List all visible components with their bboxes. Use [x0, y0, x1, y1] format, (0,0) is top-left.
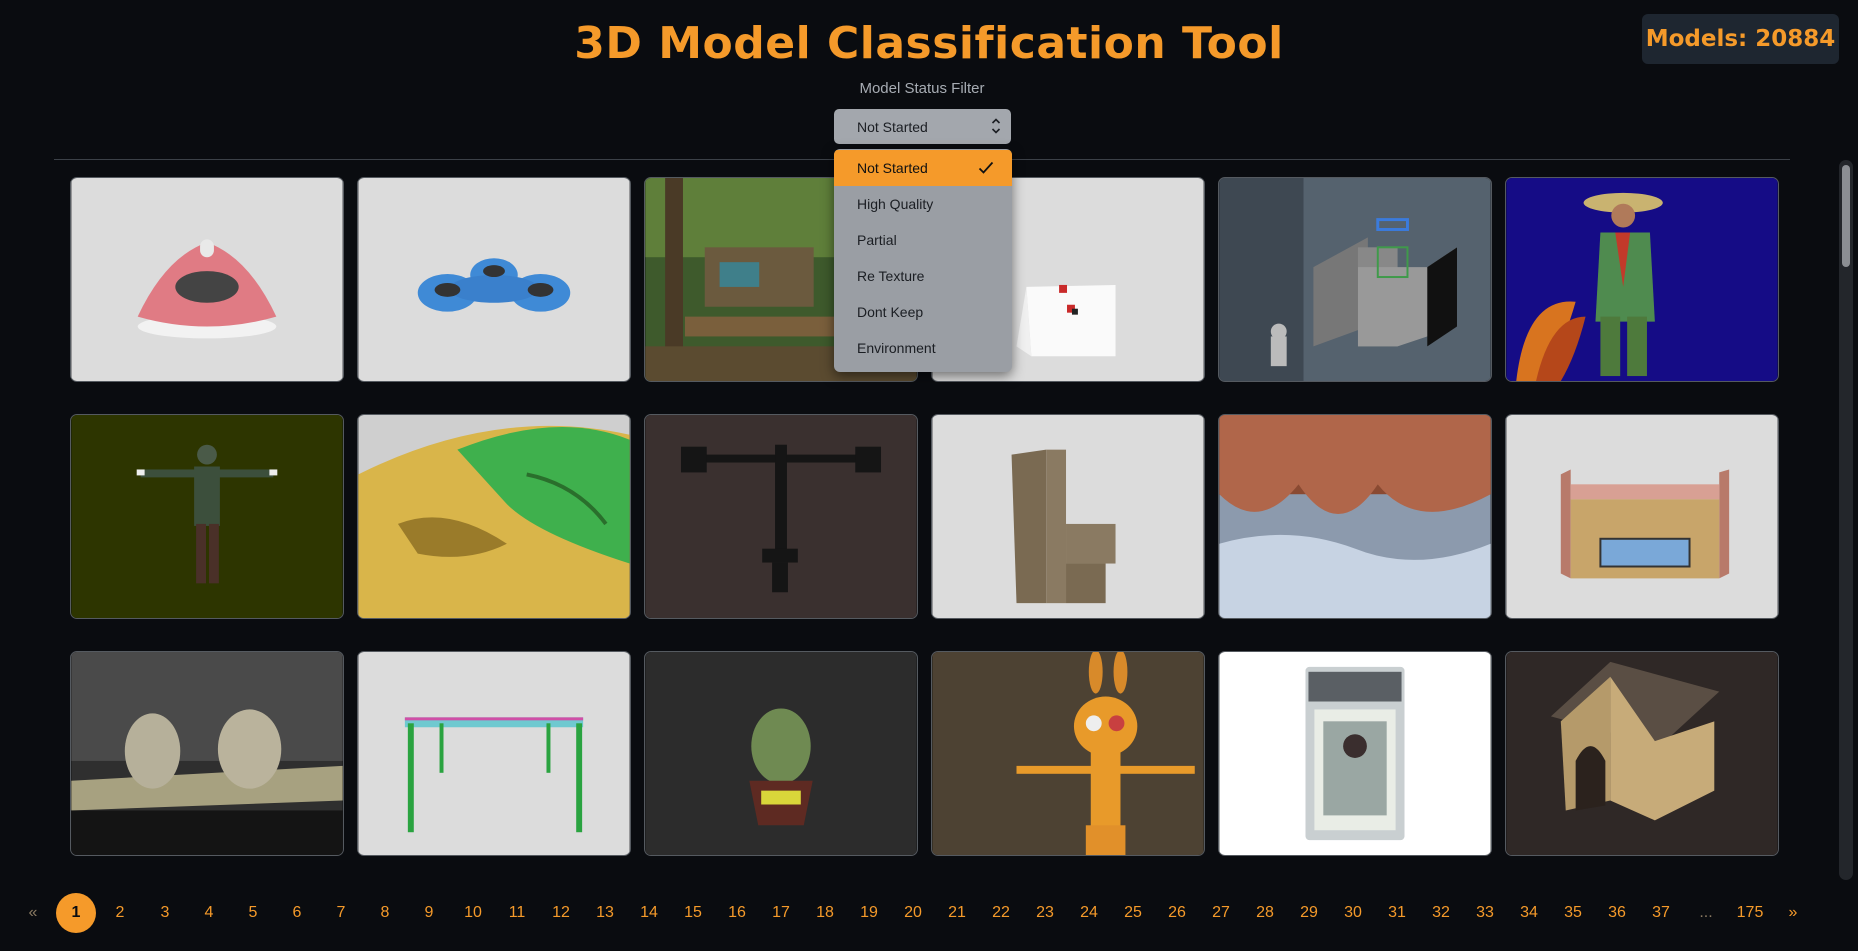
model-thumbnail	[71, 652, 343, 855]
status-filter-dropdown: Not Started High Quality Partial Re Text…	[834, 149, 1012, 372]
model-card-pink-hovercraft[interactable]	[70, 177, 344, 382]
option-re-texture[interactable]: Re Texture	[834, 258, 1012, 294]
status-filter-value: Not Started	[857, 118, 928, 135]
page-scrollbar[interactable]	[1839, 160, 1853, 880]
model-card-small-house[interactable]	[1505, 414, 1779, 619]
page-7-button[interactable]: 7	[329, 893, 353, 933]
option-label: Not Started	[857, 160, 928, 176]
model-card-wooden-cabinet[interactable]	[931, 414, 1205, 619]
option-label: Partial	[857, 232, 897, 248]
model-card-wooden-doghouse[interactable]	[1505, 651, 1779, 856]
page-15-button[interactable]: 15	[681, 893, 705, 933]
page-19-button[interactable]: 19	[857, 893, 881, 933]
model-thumbnail	[645, 415, 917, 618]
option-label: Re Texture	[857, 268, 925, 284]
page-9-button[interactable]: 9	[417, 893, 441, 933]
page-23-button[interactable]: 23	[1033, 893, 1057, 933]
model-thumbnail	[1506, 178, 1778, 381]
page-3-button[interactable]: 3	[153, 893, 177, 933]
scrollbar-thumb[interactable]	[1842, 165, 1850, 267]
page-4-button[interactable]: 4	[197, 893, 221, 933]
option-environment[interactable]: Environment	[834, 330, 1012, 366]
model-thumbnail	[71, 178, 343, 381]
model-thumbnail	[1506, 652, 1778, 855]
page-25-button[interactable]: 25	[1121, 893, 1145, 933]
page-35-button[interactable]: 35	[1561, 893, 1585, 933]
model-card-two-rocks-scan[interactable]	[70, 651, 344, 856]
page-title: 3D Model Classification Tool	[574, 18, 1284, 69]
page-16-button[interactable]: 16	[725, 893, 749, 933]
page-6-button[interactable]: 6	[285, 893, 309, 933]
page-11-button[interactable]: 11	[505, 893, 529, 933]
option-partial[interactable]: Partial	[834, 222, 1012, 258]
option-not-started[interactable]: Not Started	[834, 150, 1012, 186]
option-dont-keep[interactable]: Dont Keep	[834, 294, 1012, 330]
page-28-button[interactable]: 28	[1253, 893, 1277, 933]
page-last-button[interactable]: 175	[1737, 893, 1764, 933]
model-thumbnail	[1219, 178, 1491, 381]
page-37-button[interactable]: 37	[1649, 893, 1673, 933]
page-24-button[interactable]: 24	[1077, 893, 1101, 933]
page-20-button[interactable]: 20	[901, 893, 925, 933]
model-thumbnail	[645, 652, 917, 855]
model-card-lizard-bust[interactable]	[644, 651, 918, 856]
model-thumbnail	[932, 652, 1204, 855]
status-filter-select[interactable]: Not Started	[834, 109, 1011, 144]
page-10-button[interactable]: 10	[461, 893, 485, 933]
model-card-scarecrow-with-rooster[interactable]	[1505, 177, 1779, 382]
page-14-button[interactable]: 14	[637, 893, 661, 933]
page-5-button[interactable]: 5	[241, 893, 265, 933]
model-thumbnail	[358, 178, 630, 381]
model-card-industrial-machine-diagram[interactable]	[1218, 177, 1492, 382]
page-2-button[interactable]: 2	[108, 893, 132, 933]
page-34-button[interactable]: 34	[1517, 893, 1541, 933]
page-8-button[interactable]: 8	[373, 893, 397, 933]
page-31-button[interactable]: 31	[1385, 893, 1409, 933]
option-label: Environment	[857, 340, 936, 356]
page-26-button[interactable]: 26	[1165, 893, 1189, 933]
page-17-button[interactable]: 17	[769, 893, 793, 933]
page-12-button[interactable]: 12	[549, 893, 573, 933]
model-thumbnail	[1219, 652, 1491, 855]
pagination-ellipsis: ...	[1699, 904, 1713, 921]
model-card-green-table-frame[interactable]	[357, 651, 631, 856]
model-card-soldier-t-pose[interactable]	[70, 414, 344, 619]
page-21-button[interactable]: 21	[945, 893, 969, 933]
next-page-button[interactable]: »	[1781, 893, 1805, 933]
page-30-button[interactable]: 30	[1341, 893, 1365, 933]
model-card-graded-baseball-card[interactable]	[1218, 651, 1492, 856]
model-card-terrain-heightmap[interactable]	[357, 414, 631, 619]
model-thumbnail	[358, 415, 630, 618]
prev-page-button[interactable]: «	[21, 893, 45, 933]
page-29-button[interactable]: 29	[1297, 893, 1321, 933]
model-thumbnail	[1506, 415, 1778, 618]
page-22-button[interactable]: 22	[989, 893, 1013, 933]
page-13-button[interactable]: 13	[593, 893, 617, 933]
option-high-quality[interactable]: High Quality	[834, 186, 1012, 222]
model-card-cave-interior[interactable]	[1218, 414, 1492, 619]
page-18-button[interactable]: 18	[813, 893, 837, 933]
model-card-cartoon-cat-character[interactable]	[931, 651, 1205, 856]
option-label: High Quality	[857, 196, 934, 212]
model-thumbnail	[1219, 415, 1491, 618]
model-card-blue-fidget-spinner[interactable]	[357, 177, 631, 382]
pagination: « 1 2 3 4 5 6 7 8 9 10 11 12 13 14 15 16…	[0, 893, 1858, 933]
page-27-button[interactable]: 27	[1209, 893, 1233, 933]
model-thumbnail	[932, 415, 1204, 618]
filter-label: Model Status Filter	[859, 80, 985, 97]
model-thumbnail	[71, 415, 343, 618]
model-card-dual-monitor-mount[interactable]	[644, 414, 918, 619]
model-thumbnail	[358, 652, 630, 855]
page-36-button[interactable]: 36	[1605, 893, 1629, 933]
page-33-button[interactable]: 33	[1473, 893, 1497, 933]
page-32-button[interactable]: 32	[1429, 893, 1453, 933]
option-label: Dont Keep	[857, 304, 924, 320]
models-count-badge: Models: 20884	[1642, 14, 1839, 64]
updown-chevron-icon	[991, 118, 1001, 134]
checkmark-icon	[978, 161, 994, 174]
page-1-button[interactable]: 1	[56, 893, 96, 933]
